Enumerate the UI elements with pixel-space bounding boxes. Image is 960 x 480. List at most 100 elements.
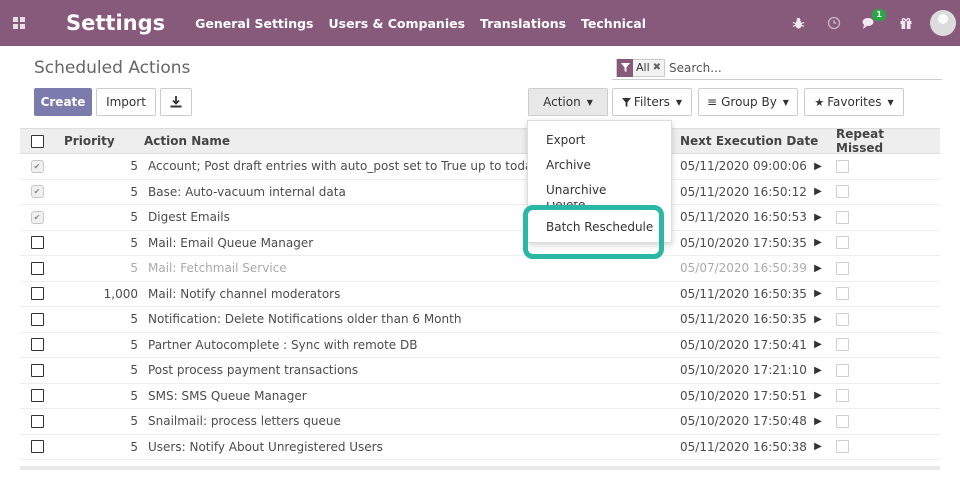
menu-technical[interactable]: Technical (581, 16, 646, 31)
debug-bug-icon[interactable] (780, 0, 816, 46)
table-row[interactable]: 5 Notification: Delete Notifications olde… (20, 307, 940, 333)
row-checkbox[interactable] (30, 414, 44, 428)
row-select-cell[interactable] (20, 236, 54, 250)
cell-action-name: Notification: Delete Notifications older… (148, 312, 462, 327)
menu-unarchive[interactable]: Unarchive (528, 177, 671, 202)
run-manually-icon[interactable]: ▶ (806, 339, 830, 350)
select-all-checkbox[interactable] (30, 134, 44, 148)
header-next-execution-date[interactable]: Next Execution Date (666, 134, 818, 148)
download-button[interactable] (160, 88, 192, 116)
row-checkbox[interactable]: ✔ (30, 159, 44, 173)
menu-users-companies[interactable]: Users & Companies (328, 16, 465, 31)
table-row[interactable]: 5 Partner Autocomplete : Sync with remote… (20, 333, 940, 358)
menu-export[interactable]: Export (528, 127, 671, 152)
row-select-cell[interactable] (20, 440, 54, 454)
cell-repeat-missed (830, 312, 930, 326)
run-manually-icon[interactable]: ▶ (806, 186, 830, 197)
systray: 1 (780, 0, 960, 46)
table-row[interactable]: ✔ 5 Account; Post draft entries with auto_… (20, 154, 940, 180)
cell-priority: 5 (130, 235, 138, 250)
create-button[interactable]: Create (34, 88, 92, 116)
cell-priority: 5 (130, 312, 138, 327)
run-manually-icon[interactable]: ▶ (806, 161, 830, 172)
cell-action-name: Snailmail: process letters queue (148, 414, 341, 429)
row-checkbox[interactable] (30, 389, 44, 403)
table-row[interactable]: ✔ 5 Base: Auto-vacuum internal data 05/11/2… (20, 180, 940, 205)
action-label: Action (543, 95, 581, 109)
download-icon (170, 96, 182, 108)
table-row[interactable]: 5 Snailmail: process letters queue 05/10/2… (20, 409, 940, 435)
activity-clock-icon[interactable] (816, 0, 852, 46)
repeat-missed-checkbox (836, 363, 849, 377)
table-row[interactable]: 5 SMS: SMS Queue Manager 05/10/2020 17:50:… (20, 384, 940, 409)
favorites-dropdown[interactable]: ★ Favorites ▼ (804, 88, 904, 116)
cell-next-execution-date: 05/07/2020 16:50:39 (680, 261, 807, 276)
table-row[interactable]: 5 Users: Notify About Unregistered Users 0… (20, 435, 940, 460)
run-manually-icon[interactable]: ▶ (806, 314, 830, 325)
row-checkbox[interactable] (30, 287, 44, 301)
row-select-cell[interactable] (20, 414, 54, 428)
header-repeat-missed[interactable]: Repeat Missed (830, 127, 930, 155)
row-select-cell[interactable] (20, 338, 54, 352)
search-input[interactable] (669, 60, 870, 75)
cell-next-execution-date: 05/10/2020 17:21:10 (680, 363, 807, 378)
run-manually-icon[interactable]: ▶ (806, 416, 830, 427)
table-row[interactable]: 1,000 Mail: Notify channel moderators 05/1… (20, 282, 940, 307)
action-dropdown-button[interactable]: Action ▼ (528, 88, 608, 116)
cell-priority: 5 (130, 159, 138, 174)
table-row[interactable]: 5 Mail: Fetchmail Service 05/07/2020 16:50… (20, 256, 940, 282)
repeat-missed-checkbox (836, 210, 849, 224)
row-select-cell[interactable] (20, 389, 54, 403)
groupby-dropdown[interactable]: ≡ Group By ▼ (698, 88, 798, 116)
cell-action-name: Partner Autocomplete : Sync with remote … (148, 337, 418, 352)
table-row[interactable]: 5 Mail: Email Queue Manager 05/10/2020 17:… (20, 231, 940, 256)
cell-repeat-missed (830, 414, 930, 428)
cell-next-execution-date: 05/10/2020 17:50:48 (680, 414, 807, 429)
run-manually-icon[interactable]: ▶ (806, 212, 830, 223)
row-checkbox[interactable]: ✔ (30, 185, 44, 199)
row-select-cell[interactable] (20, 287, 54, 301)
run-manually-icon[interactable]: ▶ (806, 237, 830, 248)
row-select-cell[interactable]: ✔ (20, 159, 54, 173)
row-checkbox[interactable] (30, 440, 44, 454)
row-select-cell[interactable]: ✔ (20, 185, 54, 199)
chat-icon[interactable]: 1 (852, 0, 888, 46)
row-select-cell[interactable] (20, 261, 54, 275)
menu-archive[interactable]: Archive (528, 152, 671, 177)
header-priority[interactable]: Priority (54, 134, 142, 148)
breadcrumb: Scheduled Actions (34, 58, 191, 78)
row-select-cell[interactable] (20, 312, 54, 326)
table-row[interactable]: 5 Post process payment transactions 05/10/… (20, 358, 940, 384)
app-title[interactable]: Settings (66, 11, 165, 35)
row-checkbox[interactable] (30, 312, 44, 326)
row-checkbox[interactable] (30, 236, 44, 250)
row-checkbox[interactable] (30, 363, 44, 377)
gift-icon[interactable] (888, 0, 924, 46)
run-manually-icon[interactable]: ▶ (806, 390, 830, 401)
select-all-cell[interactable] (20, 134, 54, 148)
cell-next-execution-date: 05/10/2020 17:50:41 (680, 337, 807, 352)
repeat-missed-checkbox (836, 185, 849, 199)
run-manually-icon[interactable]: ▶ (806, 263, 830, 274)
row-select-cell[interactable] (20, 363, 54, 377)
repeat-missed-checkbox (836, 414, 849, 428)
search-bar[interactable]: All ✖ (612, 56, 942, 80)
cell-priority: 5 (130, 337, 138, 352)
row-select-cell[interactable]: ✔ (20, 210, 54, 224)
user-avatar[interactable] (930, 10, 956, 36)
facet-remove-icon[interactable]: ✖ (653, 62, 664, 73)
menu-general-settings[interactable]: General Settings (195, 16, 313, 31)
repeat-missed-checkbox (836, 389, 849, 403)
row-checkbox[interactable] (30, 261, 44, 275)
run-manually-icon[interactable]: ▶ (806, 441, 830, 452)
run-manually-icon[interactable]: ▶ (806, 288, 830, 299)
menu-translations[interactable]: Translations (480, 16, 566, 31)
row-checkbox[interactable] (30, 338, 44, 352)
cell-action-name: Mail: Notify channel moderators (148, 286, 341, 301)
import-button[interactable]: Import (96, 88, 156, 116)
apps-menu-icon[interactable] (0, 0, 38, 46)
table-row[interactable]: ✔ 5 Digest Emails 05/11/2020 16:50:53 ▶ (20, 205, 940, 231)
row-checkbox[interactable]: ✔ (30, 210, 44, 224)
run-manually-icon[interactable]: ▶ (806, 365, 830, 376)
filters-dropdown[interactable]: Filters ▼ (612, 88, 692, 116)
